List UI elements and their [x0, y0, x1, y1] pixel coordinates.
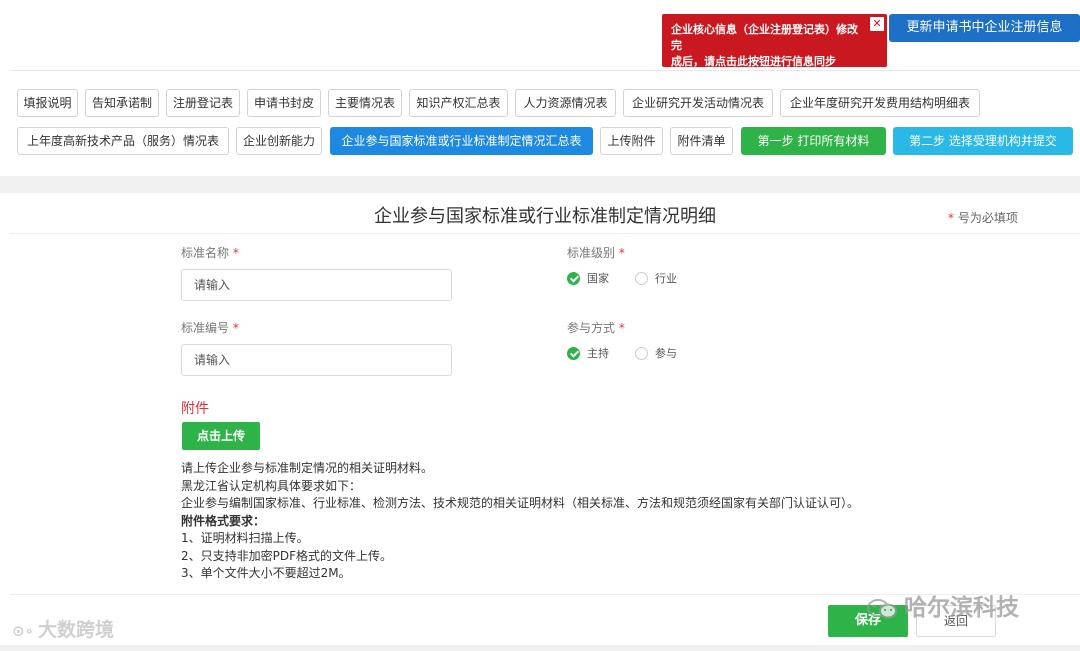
- radio-checked-icon: [567, 272, 580, 285]
- tab-row-1: 填报说明 告知承诺制 注册登记表 申请书封皮 主要情况表 知识产权汇总表 人力资…: [10, 89, 1080, 119]
- tab-standards-summary[interactable]: 企业参与国家标准或行业标准制定情况汇总表: [330, 127, 593, 155]
- standard-name-label: 标准名称 *: [181, 244, 239, 261]
- attachment-title: 附件: [181, 401, 209, 417]
- watermark-logo-icon: ⊙∘: [12, 622, 34, 640]
- bottom-strip: [0, 645, 1080, 651]
- label-text: 参与方式: [567, 321, 616, 335]
- radio-label: 参与: [655, 347, 677, 360]
- label-text: 标准级别: [567, 246, 616, 260]
- watermark-text: 大数跨境: [37, 619, 114, 641]
- participation-label: 参与方式 *: [567, 319, 625, 336]
- required-note: * 号为必填项: [948, 209, 1018, 226]
- radio-unchecked-icon: [635, 347, 648, 360]
- tab-main-info[interactable]: 主要情况表: [328, 89, 402, 117]
- required-star: *: [229, 321, 239, 335]
- required-note-text: 号为必填项: [954, 211, 1018, 225]
- close-icon[interactable]: ✕: [870, 17, 884, 31]
- upload-instructions: 请上传企业参与标准制定情况的相关证明材料。 黑龙江省认定机构具体要求如下： 企业…: [181, 460, 859, 583]
- sync-registration-button[interactable]: 更新申请书中企业注册信息: [889, 14, 1080, 42]
- watermark-right: 哈尔滨科技: [866, 588, 1019, 622]
- standard-level-radio-group: 国家 行业: [567, 270, 767, 288]
- standard-name-input[interactable]: [181, 269, 452, 301]
- note-line: 1、证明材料扫描上传。: [181, 531, 309, 545]
- top-header: 企业核心信息（企业注册登记表）修改完 成后，请点击此按钮进行信息同步 ✕ 更新申…: [0, 0, 1080, 68]
- upload-button[interactable]: 点击上传: [182, 422, 260, 450]
- sync-alert: 企业核心信息（企业注册登记表）修改完 成后，请点击此按钮进行信息同步 ✕: [662, 14, 887, 68]
- note-line: 黑龙江省认定机构具体要求如下：: [181, 478, 362, 493]
- standards-detail-form: 企业参与国家标准或行业标准制定情况明细 * 号为必填项 标准名称 * 标准级别 …: [10, 193, 1080, 651]
- step1-print-button[interactable]: 第一步 打印所有材料: [741, 127, 886, 155]
- note-line: 3、单个文件大小不要超过2M。: [181, 566, 351, 580]
- radio-checked-icon: [567, 347, 580, 360]
- radio-unchecked-icon: [635, 272, 648, 285]
- tab-upload-attachments[interactable]: 上传附件: [600, 127, 663, 155]
- radio-label: 行业: [655, 272, 677, 285]
- required-star: *: [615, 321, 625, 335]
- page-title: 企业参与国家标准或行业标准制定情况明细: [374, 206, 716, 227]
- participation-radio-group: 主持 参与: [567, 345, 767, 363]
- wechat-icon: [866, 598, 898, 620]
- alert-text-line1: 企业核心信息（企业注册登记表）修改完: [671, 23, 858, 52]
- tab-row-2: 上年度高新技术产品（服务）情况表 企业创新能力 企业参与国家标准或行业标准制定情…: [10, 127, 1080, 157]
- divider: [10, 233, 1080, 234]
- required-star: *: [615, 246, 625, 260]
- tab-innovation[interactable]: 企业创新能力: [236, 127, 322, 155]
- tab-ip-summary[interactable]: 知识产权汇总表: [409, 89, 508, 117]
- radio-host[interactable]: 主持: [567, 345, 609, 363]
- standard-number-input[interactable]: [181, 344, 452, 376]
- tab-rd-expense[interactable]: 企业年度研究开发费用结构明细表: [780, 89, 980, 117]
- tab-hightech-products[interactable]: 上年度高新技术产品（服务）情况表: [17, 127, 229, 155]
- watermark-text: 哈尔滨科技: [904, 595, 1019, 621]
- standard-level-label: 标准级别 *: [567, 244, 625, 261]
- note-line: 2、只支持非加密PDF格式的文件上传。: [181, 548, 393, 563]
- radio-national[interactable]: 国家: [567, 270, 609, 288]
- form-tabs-panel: 填报说明 告知承诺制 注册登记表 申请书封皮 主要情况表 知识产权汇总表 人力资…: [10, 70, 1080, 173]
- required-star: *: [229, 246, 239, 260]
- tab-commitment[interactable]: 告知承诺制: [85, 89, 159, 117]
- tab-rd-activity[interactable]: 企业研究开发活动情况表: [623, 89, 773, 117]
- note-line: 请上传企业参与标准制定情况的相关证明材料。: [181, 461, 434, 475]
- watermark-left: ⊙∘ 大数跨境: [12, 615, 114, 642]
- radio-label: 国家: [587, 272, 609, 285]
- alert-text-line2: 成后，请点击此按钮进行信息同步: [671, 55, 836, 68]
- tab-hr[interactable]: 人力资源情况表: [515, 89, 616, 117]
- note-line: 企业参与编制国家标准、行业标准、检测方法、技术规范的相关证明材料（相关标准、方法…: [181, 496, 860, 510]
- radio-label: 主持: [587, 347, 609, 360]
- tab-registration[interactable]: 注册登记表: [166, 89, 240, 117]
- label-text: 标准编号: [181, 321, 230, 335]
- tab-instructions[interactable]: 填报说明: [17, 89, 78, 117]
- standard-number-label: 标准编号 *: [181, 319, 239, 336]
- tab-attachment-list[interactable]: 附件清单: [670, 127, 733, 155]
- note-heading: 附件格式要求：: [181, 513, 266, 528]
- radio-participate[interactable]: 参与: [635, 345, 677, 363]
- label-text: 标准名称: [181, 246, 230, 260]
- step2-submit-button[interactable]: 第二步 选择受理机构并提交: [893, 127, 1073, 155]
- section-separator: [0, 176, 1080, 193]
- tab-cover[interactable]: 申请书封皮: [247, 89, 321, 117]
- radio-industry[interactable]: 行业: [635, 270, 677, 288]
